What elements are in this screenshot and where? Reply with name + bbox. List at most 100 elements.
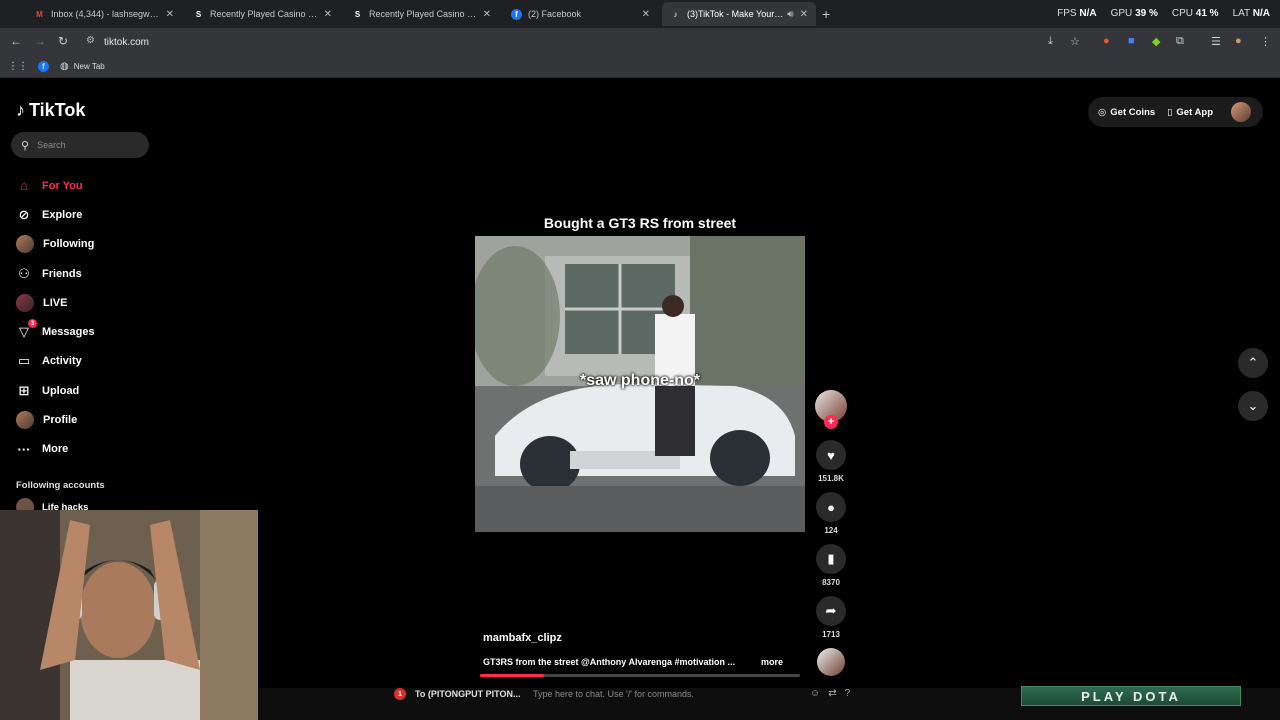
bookmark-new-tab[interactable]: ◍ New Tab (60, 61, 105, 72)
cpu-value: 41 % (1195, 8, 1219, 19)
sidebar-item-live[interactable]: LIVE (16, 288, 95, 317)
heart-icon: ♥ (816, 440, 846, 470)
close-icon[interactable]: ✕ (483, 9, 491, 20)
address-bar[interactable]: ⚙ tiktok.com (82, 32, 1042, 52)
streamer-webcam (0, 510, 258, 720)
back-icon[interactable]: ← (10, 34, 22, 48)
get-coins-button[interactable]: ◎ Get Coins (1098, 107, 1155, 118)
site-info-icon[interactable]: ⚙ (86, 35, 95, 46)
close-icon[interactable]: ✕ (800, 9, 808, 20)
extensions-puzzle-icon[interactable]: ⧉ (1176, 35, 1184, 48)
previous-video-button[interactable]: ⌃ (1238, 348, 1268, 378)
user-avatar[interactable] (1231, 102, 1251, 122)
sidebar-item-more[interactable]: ··· More (16, 435, 95, 464)
tiktok-note-icon: ♪ (16, 100, 25, 120)
tab-title: Recently Played Casino Games (369, 9, 477, 19)
get-app-button[interactable]: ▯ Get App (1167, 107, 1213, 118)
sidebar-item-label: LIVE (43, 296, 68, 309)
sidebar-item-explore[interactable]: ⊘ Explore (16, 200, 95, 229)
apps-grid-icon[interactable]: ⋮⋮ (8, 61, 28, 72)
gpu-label: GPU (1110, 8, 1133, 19)
sidebar-item-label: For You (42, 179, 83, 192)
video-player[interactable]: *saw phone-no* (475, 236, 805, 532)
game-chat-bar: 1 To (PITONGPUT PITON... Type here to ch… (258, 686, 1280, 720)
share-count: 1713 (822, 630, 840, 639)
help-icon[interactable]: ? (845, 688, 851, 699)
extension-icon[interactable]: ◆ (1152, 35, 1160, 48)
search-placeholder: Search (37, 140, 66, 150)
new-tab-button[interactable]: + (822, 6, 830, 22)
sidebar-item-friends[interactable]: ⚇ Friends (16, 259, 95, 288)
sidebar-nav: ⌂ For You ⊘ Explore Following ⚇ Friends … (16, 171, 95, 464)
sidebar-item-activity[interactable]: ▭ Activity (16, 347, 95, 376)
comment-icon: ● (816, 492, 846, 522)
chat-unread-badge: 1 (394, 688, 406, 700)
phone-icon: ▯ (1167, 106, 1173, 118)
extension-icon[interactable]: ● (1103, 35, 1110, 47)
performance-overlay: FPS N/A GPU 39 % CPU 41 % LAT N/A (1057, 8, 1270, 19)
tiktok-logo[interactable]: ♪ TikTok (16, 100, 85, 121)
save-button[interactable]: ▮ 8370 (815, 544, 847, 587)
close-icon[interactable]: ✕ (166, 9, 174, 20)
video-overlay-text: *saw phone-no* (579, 372, 700, 389)
follow-plus-icon[interactable]: + (824, 415, 838, 429)
sidebar-item-label: Activity (42, 355, 82, 368)
avatar-icon (16, 235, 34, 254)
sidebar-item-profile[interactable]: Profile (16, 405, 95, 434)
next-video-button[interactable]: ⌄ (1238, 391, 1268, 421)
search-input[interactable]: ⚲ Search (11, 132, 149, 158)
bookmark-star-icon[interactable]: ☆ (1070, 35, 1080, 48)
home-icon: ⌂ (20, 178, 28, 194)
cpu-label: CPU (1171, 8, 1193, 19)
sidebar-item-messages[interactable]: ▽ 3 Messages (16, 317, 95, 346)
like-button[interactable]: ♥ 151.8K (815, 440, 847, 483)
profile-avatar-icon[interactable]: ● (1235, 35, 1242, 47)
sidebar-item-following[interactable]: Following (16, 230, 95, 259)
caption-more-button[interactable]: more (761, 657, 783, 667)
reading-list-icon[interactable]: ☰ (1211, 35, 1221, 48)
extension-icon[interactable]: ■ (1128, 35, 1135, 47)
sidebar-item-label: Following (43, 238, 95, 251)
profile-icon (16, 411, 34, 430)
webcam-feed (0, 510, 258, 720)
bookmark-facebook[interactable]: f (38, 61, 54, 72)
lat-label: LAT (1232, 8, 1250, 19)
tab-facebook[interactable]: f (2) Facebook ✕ (503, 2, 658, 26)
tab-casino-1[interactable]: S Recently Played Casino Games ✕ (185, 2, 340, 26)
close-icon[interactable]: ✕ (642, 9, 650, 20)
emoji-icon[interactable]: ☺ (810, 688, 820, 699)
tab-title: Inbox (4,344) - lashsegway@gm (51, 9, 160, 19)
play-dota-button[interactable]: PLAY DOTA (1021, 686, 1241, 706)
reload-icon[interactable]: ↻ (58, 34, 68, 48)
menu-kebab-icon[interactable]: ⋮ (1260, 35, 1271, 48)
bookmark-label: New Tab (73, 62, 105, 71)
install-app-icon[interactable]: ⤓ (1048, 35, 1053, 48)
creator-avatar[interactable]: + (815, 390, 847, 429)
music-disc-avatar[interactable] (817, 648, 845, 676)
video-progress-fill (480, 674, 544, 677)
chat-recipient[interactable]: To (PITONGPUT PITON... (415, 689, 521, 699)
creator-follow[interactable]: + (815, 390, 847, 429)
video-progress-bar[interactable] (480, 674, 800, 677)
tab-casino-2[interactable]: S Recently Played Casino Games ✕ (344, 2, 499, 26)
close-icon[interactable]: ✕ (324, 9, 332, 20)
messages-icon: ▽ 3 (16, 319, 37, 340)
forward-icon[interactable]: → (34, 34, 46, 48)
speaker-icon[interactable]: 🔊︎ (787, 9, 793, 20)
live-icon (16, 293, 34, 312)
tab-gmail[interactable]: M Inbox (4,344) - lashsegway@gm ✕ (26, 2, 182, 26)
sidebar-item-for-you[interactable]: ⌂ For You (16, 171, 95, 200)
chat-input[interactable]: Type here to chat. Use '/' for commands. (533, 689, 694, 699)
video-username[interactable]: mambafx_clipz (483, 632, 562, 644)
bookmarks-bar: ⋮⋮ f ◍ New Tab (0, 56, 1280, 78)
sidebar-item-label: Upload (42, 384, 80, 397)
sidebar-item-upload[interactable]: ⊞ Upload (16, 376, 95, 405)
tab-tiktok[interactable]: ♪ (3)TikTok - Make Your Day 🔊︎ ✕ (662, 2, 816, 26)
translate-icon[interactable]: ⇄ (828, 688, 836, 699)
gpu-value: 39 % (1135, 8, 1158, 19)
like-count: 151.8K (818, 474, 844, 483)
browser-tab-bar: M Inbox (4,344) - lashsegway@gm ✕ S Rece… (0, 0, 1280, 28)
comment-button[interactable]: ● 124 (815, 492, 847, 535)
chevron-up-icon: ⌃ (1247, 355, 1259, 370)
share-button[interactable]: ➦ 1713 (815, 596, 847, 639)
